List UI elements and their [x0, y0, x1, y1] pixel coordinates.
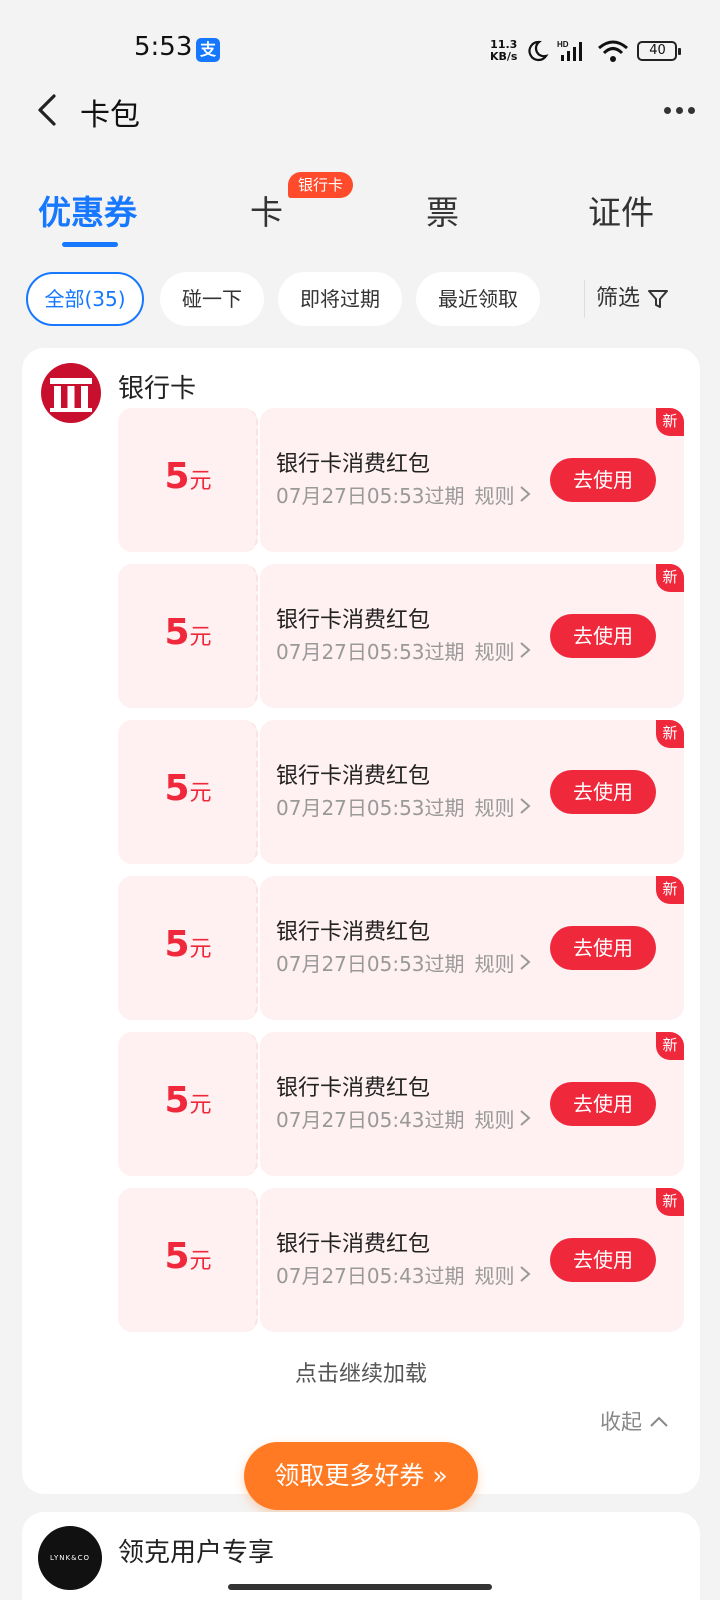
rule-link[interactable]: 规则	[475, 796, 515, 820]
new-badge: 新	[656, 1188, 684, 1216]
coupon-amount: 5元	[164, 612, 212, 653]
use-coupon-button[interactable]: 去使用	[550, 770, 656, 814]
coupon-info-panel: 银行卡消费红包 07月27日05:43过期 规则 去使用新	[260, 1032, 684, 1176]
section-title: 银行卡	[118, 374, 197, 404]
tab-documents[interactable]: 证件	[588, 186, 654, 234]
funnel-icon	[648, 290, 669, 308]
rule-link[interactable]: 规则	[475, 1108, 515, 1132]
coupon-amount: 5元	[164, 924, 212, 965]
tab-cards[interactable]: 卡	[250, 186, 283, 234]
load-more-link[interactable]: 点击继续加载	[22, 1356, 700, 1388]
battery-indicator: 40	[637, 41, 682, 61]
filter-label: 筛选	[596, 286, 641, 311]
coupon-expiry: 07月27日05:53过期 规则	[276, 792, 531, 821]
tab-coupons[interactable]: 优惠券	[38, 186, 137, 234]
coupon-card[interactable]: 5元 银行卡消费红包 07月27日05:43过期 规则 去使用新	[118, 1032, 684, 1176]
new-badge: 新	[656, 876, 684, 904]
coupon-title: 银行卡消费红包	[276, 764, 431, 789]
rule-link[interactable]: 规则	[475, 1264, 515, 1288]
tab-tickets[interactable]: 票	[426, 186, 459, 234]
use-coupon-button[interactable]: 去使用	[550, 1082, 656, 1126]
coupon-info-panel: 银行卡消费红包 07月27日05:53过期 规则 去使用新	[260, 564, 684, 708]
back-arrow-icon[interactable]	[30, 90, 70, 130]
coupon-card[interactable]: 5元 银行卡消费红包 07月27日05:43过期 规则 去使用新	[118, 1188, 684, 1332]
new-badge: 新	[656, 408, 684, 436]
active-tab-indicator	[62, 242, 118, 247]
moon-icon	[528, 40, 550, 62]
coupon-amount-panel: 5元	[118, 1188, 258, 1332]
filter-chip-all[interactable]: 全部(35)	[26, 272, 144, 326]
chevron-right-icon	[519, 1266, 531, 1282]
coupon-card[interactable]: 5元 银行卡消费红包 07月27日05:53过期 规则 去使用新	[118, 876, 684, 1020]
new-badge: 新	[656, 1032, 684, 1060]
chevron-right-icon	[519, 798, 531, 814]
coupon-title: 银行卡消费红包	[276, 920, 431, 945]
coupon-expiry: 07月27日05:43过期 规则	[276, 1104, 531, 1133]
filter-chip-recent[interactable]: 最近领取	[416, 272, 540, 326]
coupon-title: 银行卡消费红包	[276, 608, 431, 633]
wifi-icon	[598, 40, 629, 62]
use-coupon-button[interactable]: 去使用	[550, 614, 656, 658]
status-time: 5:53	[134, 32, 193, 62]
rule-link[interactable]: 规则	[475, 640, 515, 664]
divider	[584, 280, 585, 318]
rule-link[interactable]: 规则	[475, 484, 515, 508]
coupon-info-panel: 银行卡消费红包 07月27日05:53过期 规则 去使用新	[260, 720, 684, 864]
header: 卡包	[0, 80, 720, 140]
coupon-info-panel: 银行卡消费红包 07月27日05:53过期 规则 去使用新	[260, 876, 684, 1020]
new-badge: 新	[656, 564, 684, 592]
chevron-right-icon	[519, 954, 531, 970]
lynkco-logo: LYNK&CO	[38, 1526, 102, 1590]
chevron-up-icon	[649, 1416, 668, 1427]
coupon-card[interactable]: 5元 银行卡消费红包 07月27日05:53过期 规则 去使用新	[118, 408, 684, 552]
use-coupon-button[interactable]: 去使用	[550, 926, 656, 970]
coupon-amount-panel: 5元	[118, 720, 258, 864]
page-title: 卡包	[80, 98, 140, 133]
tab-bar: 优惠券 卡 票 证件	[0, 180, 720, 250]
coupon-amount: 5元	[164, 456, 212, 497]
svg-text:HD: HD	[557, 40, 569, 49]
more-options-icon[interactable]	[664, 98, 700, 122]
chevron-right-icon	[519, 642, 531, 658]
bank-card-section: 银行卡 5元 银行卡消费红包 07月27日05:53过期 规则 去使用新 5元 银行卡消费红…	[22, 348, 700, 1494]
coupon-amount-panel: 5元	[118, 564, 258, 708]
coupon-expiry: 07月27日05:43过期 规则	[276, 1260, 531, 1289]
coupon-expiry: 07月27日05:53过期 规则	[276, 636, 531, 665]
alipay-notification-icon: 支	[196, 38, 220, 62]
coupon-title: 银行卡消费红包	[276, 1076, 431, 1101]
coupon-amount: 5元	[164, 1236, 212, 1277]
coupon-info-panel: 银行卡消费红包 07月27日05:53过期 规则 去使用新	[260, 408, 684, 552]
coupon-expiry: 07月27日05:53过期 规则	[276, 480, 531, 509]
rule-link[interactable]: 规则	[475, 952, 515, 976]
get-more-coupons-button[interactable]: 领取更多好券 »	[244, 1442, 478, 1510]
coupon-card[interactable]: 5元 银行卡消费红包 07月27日05:53过期 规则 去使用新	[118, 720, 684, 864]
use-coupon-button[interactable]: 去使用	[550, 458, 656, 502]
coupon-amount: 5元	[164, 768, 212, 809]
collapse-button[interactable]: 收起	[600, 1406, 669, 1436]
section-title: 领克用户专享	[118, 1538, 275, 1568]
coupon-amount-panel: 5元	[118, 1032, 258, 1176]
bank-logo-icon	[41, 363, 101, 423]
network-speed: 11.3 KB/s	[490, 38, 518, 63]
cell-signal-icon: HD	[557, 40, 583, 61]
coupon-title: 银行卡消费红包	[276, 1232, 431, 1257]
filter-chip-tap[interactable]: 碰一下	[160, 272, 264, 326]
coupon-amount-panel: 5元	[118, 876, 258, 1020]
use-coupon-button[interactable]: 去使用	[550, 1238, 656, 1282]
coupon-info-panel: 银行卡消费红包 07月27日05:43过期 规则 去使用新	[260, 1188, 684, 1332]
status-indicators: 11.3 KB/s HD 40	[490, 36, 682, 66]
chevron-right-icon	[519, 486, 531, 502]
coupon-title: 银行卡消费红包	[276, 452, 431, 477]
new-badge: 新	[656, 720, 684, 748]
bank-card-badge: 银行卡	[288, 172, 354, 198]
coupon-amount-panel: 5元	[118, 408, 258, 552]
filter-chip-expiring[interactable]: 即将过期	[278, 272, 402, 326]
coupon-amount: 5元	[164, 1080, 212, 1121]
chevron-right-icon	[519, 1110, 531, 1126]
coupon-card[interactable]: 5元 银行卡消费红包 07月27日05:53过期 规则 去使用新	[118, 564, 684, 708]
filter-button[interactable]: 筛选	[596, 272, 670, 326]
filter-bar: 全部(35) 碰一下 即将过期 最近领取 筛选	[26, 272, 706, 328]
home-indicator[interactable]	[228, 1584, 492, 1590]
coupon-expiry: 07月27日05:53过期 规则	[276, 948, 531, 977]
